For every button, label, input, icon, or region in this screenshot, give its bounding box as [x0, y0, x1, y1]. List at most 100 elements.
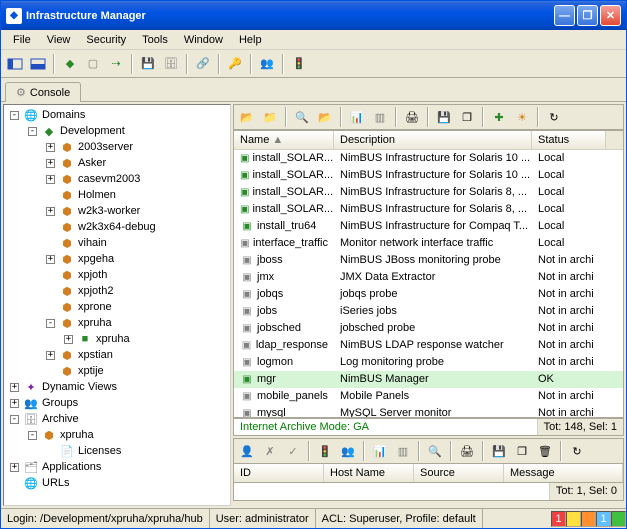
key-icon[interactable]: 🔑	[224, 53, 246, 75]
menu-security[interactable]: Security	[78, 32, 134, 48]
tree-node-xpjoth[interactable]: ⬢xpjoth	[6, 267, 228, 283]
tree-node-xpgeha[interactable]: +⬢xpgeha	[6, 251, 228, 267]
list-row[interactable]: ▣mobile_panelsMobile PanelsNot in archi	[234, 388, 623, 405]
list-body[interactable]: ▣install_SOLAR...NimBUS Infrastructure f…	[234, 150, 623, 417]
console-tab[interactable]: ⚙ Console	[5, 82, 81, 102]
tree-node-development[interactable]: -◆Development	[6, 123, 228, 139]
expander-icon[interactable]: +	[46, 159, 55, 168]
maximize-button[interactable]: ❐	[577, 5, 598, 26]
bottom-col-source[interactable]: Source	[414, 464, 504, 482]
save-icon[interactable]: 💾	[137, 53, 159, 75]
tree-node-xpjoth2[interactable]: ⬢xpjoth2	[6, 283, 228, 299]
tree-node-asker[interactable]: +⬢Asker	[6, 155, 228, 171]
bottom-col-message[interactable]: Message	[504, 464, 623, 482]
folder-in-icon[interactable]: 📂	[236, 106, 258, 128]
copy2-icon[interactable]: ❐	[511, 440, 533, 462]
menu-view[interactable]: View	[39, 32, 79, 48]
list-row[interactable]: ▣mysqlMySQL Server monitorNot in archi	[234, 405, 623, 417]
people-icon[interactable]: 👥	[337, 440, 359, 462]
menu-file[interactable]: File	[5, 32, 39, 48]
users-icon[interactable]: 👥	[256, 53, 278, 75]
expander-icon[interactable]: +	[46, 255, 55, 264]
tree-node-holmen[interactable]: ⬢Holmen	[6, 187, 228, 203]
node-link-icon[interactable]: ⇢	[105, 53, 127, 75]
expander-icon[interactable]: +	[64, 335, 73, 344]
check-icon[interactable]: ✓	[282, 440, 304, 462]
close-button[interactable]: ✕	[600, 5, 621, 26]
chart2-icon[interactable]: 📊	[369, 440, 391, 462]
tree-node-xpstian[interactable]: +⬢xpstian	[6, 347, 228, 363]
chart-icon[interactable]: 📊	[346, 106, 368, 128]
columns-icon[interactable]: ▥	[369, 106, 391, 128]
traffic-light-icon[interactable]: 🚦	[288, 53, 310, 75]
find-icon[interactable]: 🔍	[291, 106, 313, 128]
node-icon[interactable]: ▢	[82, 53, 104, 75]
list-row[interactable]: ▣jmxJMX Data ExtractorNot in archi	[234, 269, 623, 286]
expander-icon[interactable]: +	[10, 383, 19, 392]
save2-icon[interactable]: 💾	[433, 106, 455, 128]
tree-node-xprone[interactable]: ⬢xprone	[6, 299, 228, 315]
find-folder-icon[interactable]: 📂	[314, 106, 336, 128]
tree-node-applications[interactable]: +🗂Applications	[6, 459, 228, 475]
node-add-icon[interactable]: ◆	[59, 53, 81, 75]
tree-node-domains[interactable]: -🌐Domains	[6, 107, 228, 123]
refresh-icon[interactable]: ↻	[543, 106, 565, 128]
expander-icon[interactable]: -	[10, 111, 19, 120]
copy-icon[interactable]: ❐	[456, 106, 478, 128]
list-row[interactable]: ▣install_SOLAR...NimBUS Infrastructure f…	[234, 167, 623, 184]
list-row[interactable]: ▣jobqsjobqs probeNot in archi	[234, 286, 623, 303]
tree-node-xpruha[interactable]: -⬢xpruha	[6, 427, 228, 443]
titlebar[interactable]: ◆ Infrastructure Manager — ❐ ✕	[1, 1, 626, 30]
tree-node-vihain[interactable]: ⬢vihain	[6, 235, 228, 251]
expander-icon[interactable]: +	[10, 463, 19, 472]
list-row[interactable]: ▣mgrNimBUS ManagerOK	[234, 371, 623, 388]
col-name[interactable]: Name ▲	[234, 131, 334, 149]
list-row[interactable]: ▣ldap_responseNimBUS LDAP response watch…	[234, 337, 623, 354]
list-row[interactable]: ▣jobsiSeries jobsNot in archi	[234, 303, 623, 320]
list-row[interactable]: ▣jobschedjobsched probeNot in archi	[234, 320, 623, 337]
list-row[interactable]: ▣jbossNimBUS JBoss monitoring probeNot i…	[234, 252, 623, 269]
tree-node-urls[interactable]: 🌐URLs	[6, 475, 228, 491]
bottom-col-id[interactable]: ID	[234, 464, 324, 482]
print-icon[interactable]: 🖨	[401, 106, 423, 128]
traffic-icon[interactable]: 🚦	[314, 440, 336, 462]
add-icon[interactable]: ✚	[488, 106, 510, 128]
layout-1-icon[interactable]	[4, 53, 26, 75]
expander-icon[interactable]: -	[10, 415, 19, 424]
tree-node-xpruha[interactable]: +■xpruha	[6, 331, 228, 347]
tree-node-w2k3x64-debug[interactable]: ⬢w2k3x64-debug	[6, 219, 228, 235]
find2-icon[interactable]: 🔍	[424, 440, 446, 462]
tree-node-casevm2003[interactable]: +⬢casevm2003	[6, 171, 228, 187]
col-desc[interactable]: Description	[334, 131, 532, 149]
list-row[interactable]: ▣install_tru64NimBUS Infrastructure for …	[234, 218, 623, 235]
folder-out-icon[interactable]: 📁	[259, 106, 281, 128]
tree-node-xptije[interactable]: ⬢xptije	[6, 363, 228, 379]
tree-pane[interactable]: -🌐Domains-◆Development+⬢2003server+⬢Aske…	[3, 104, 231, 506]
list-row[interactable]: ▣interface_trafficMonitor network interf…	[234, 235, 623, 252]
bottom-col-host-name[interactable]: Host Name	[324, 464, 414, 482]
tree-node-archive[interactable]: -🗄Archive	[6, 411, 228, 427]
print2-icon[interactable]: 🖨	[456, 440, 478, 462]
expander-icon[interactable]: +	[46, 351, 55, 360]
expander-icon[interactable]: +	[10, 399, 19, 408]
archive-icon[interactable]: 🗄	[160, 53, 182, 75]
minimize-button[interactable]: —	[554, 5, 575, 26]
refresh2-icon[interactable]: ↻	[566, 440, 588, 462]
menu-tools[interactable]: Tools	[134, 32, 176, 48]
expander-icon[interactable]: -	[46, 319, 55, 328]
list-row[interactable]: ▣install_SOLAR...NimBUS Infrastructure f…	[234, 150, 623, 167]
tree-node-xpruha[interactable]: -⬢xpruha	[6, 315, 228, 331]
cols2-icon[interactable]: ▥	[392, 440, 414, 462]
expander-icon[interactable]: +	[46, 207, 55, 216]
link-icon[interactable]: 🔗	[192, 53, 214, 75]
col-status[interactable]: Status	[532, 131, 606, 149]
menu-window[interactable]: Window	[176, 32, 231, 48]
tree-node-licenses[interactable]: 📄Licenses	[6, 443, 228, 459]
tree-node-dynamic-views[interactable]: +✦Dynamic Views	[6, 379, 228, 395]
list-row[interactable]: ▣logmonLog monitoring probeNot in archi	[234, 354, 623, 371]
list-row[interactable]: ▣install_SOLAR...NimBUS Infrastructure f…	[234, 184, 623, 201]
tree-node-2003server[interactable]: +⬢2003server	[6, 139, 228, 155]
list-row[interactable]: ▣install_SOLAR...NimBUS Infrastructure f…	[234, 201, 623, 218]
menu-help[interactable]: Help	[231, 32, 270, 48]
expander-icon[interactable]: +	[46, 143, 55, 152]
